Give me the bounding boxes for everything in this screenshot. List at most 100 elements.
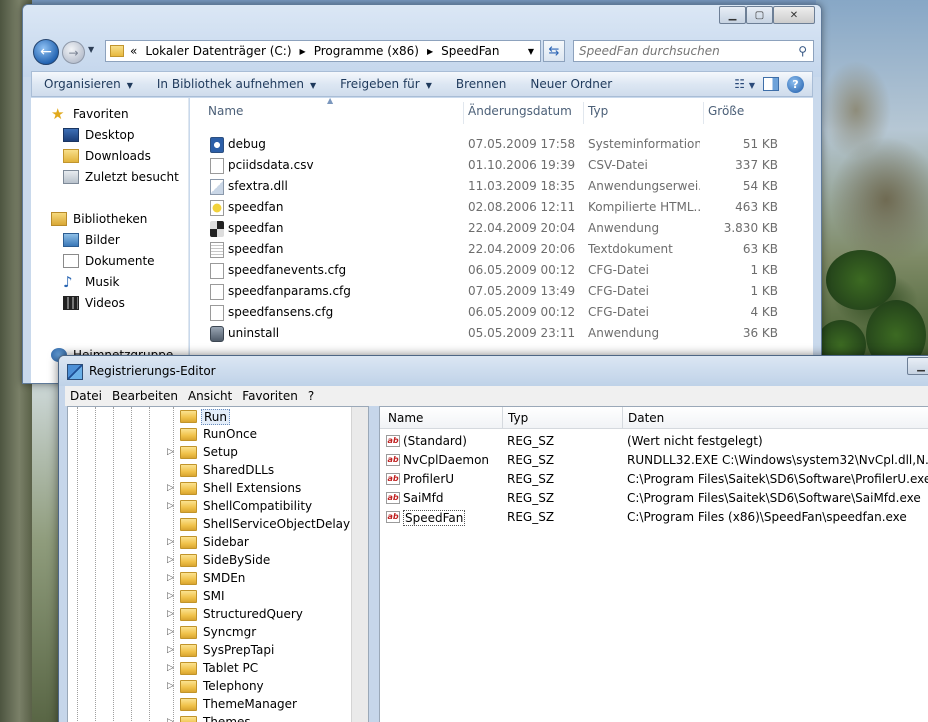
preview-pane-button[interactable] (763, 77, 779, 91)
tree-guide-line (95, 407, 96, 722)
maximize-button[interactable]: ▢ (746, 6, 773, 24)
chevron-down-icon[interactable]: ▼ (528, 47, 534, 56)
minimize-button[interactable]: ▁ (719, 6, 746, 24)
new-folder-button[interactable]: Neuer Ordner (518, 77, 624, 91)
column-header-size[interactable]: Größe (708, 104, 744, 118)
nav-downloads[interactable]: Downloads (63, 146, 151, 166)
view-list-icon: ☷ (734, 77, 746, 91)
breadcrumb-speedfan[interactable]: SpeedFan (441, 44, 499, 58)
add-to-library-button[interactable]: In Bibliothek aufnehmen ▼ (145, 77, 328, 91)
expand-arrow-icon[interactable]: ▷ (167, 645, 174, 655)
file-date: 02.08.2006 12:11 (468, 200, 576, 214)
nav-libraries[interactable]: Bibliotheken (51, 209, 147, 229)
address-bar[interactable]: « Lokaler Datenträger (C:) ▶ Programme (… (105, 40, 541, 62)
menu-bearbeiten[interactable]: Bearbeiten (107, 389, 183, 403)
menu-datei[interactable]: Datei (65, 389, 107, 403)
registry-value-row[interactable]: ab SpeedFan REG_SZ C:\Program Files (x86)\S… (380, 508, 928, 527)
burn-button[interactable]: Brennen (444, 77, 518, 91)
regedit-app-icon (67, 364, 83, 380)
column-divider[interactable] (583, 102, 584, 124)
regedit-minimize-button[interactable]: ▁ (907, 357, 928, 375)
expand-arrow-icon[interactable]: ▷ (167, 483, 174, 493)
recent-pages-dropdown[interactable]: ▼ (88, 45, 94, 54)
breadcrumb-prefix[interactable]: « (130, 44, 137, 58)
forward-button[interactable]: → (62, 41, 85, 64)
expand-arrow-icon[interactable]: ▷ (167, 681, 174, 691)
file-row[interactable]: speedfan 22.04.2009 20:04 Anwendung 3.830 K… (190, 218, 813, 239)
breadcrumb-programme[interactable]: Programme (x86) (314, 44, 419, 58)
expand-arrow-icon[interactable]: ▷ (167, 447, 174, 457)
pictures-icon (63, 233, 79, 247)
regedit-title-bar[interactable]: Registrierungs-Editor ▁ (59, 356, 928, 386)
column-divider[interactable] (502, 407, 503, 429)
expand-arrow-icon[interactable]: ▷ (167, 609, 174, 619)
column-header-name[interactable]: Name (388, 411, 423, 425)
expand-arrow-icon[interactable]: ▷ (167, 663, 174, 673)
file-row[interactable]: pciidsdata.csv 01.10.2006 19:39 CSV-Datei 3… (190, 155, 813, 176)
file-row[interactable]: sfextra.dll 11.03.2009 18:35 Anwendungserw… (190, 176, 813, 197)
back-button[interactable]: ← (33, 39, 59, 65)
column-header-type[interactable]: Typ (508, 411, 528, 425)
refresh-button[interactable]: ⇆ (543, 40, 565, 62)
nav-pictures[interactable]: Bilder (63, 230, 120, 250)
file-row[interactable]: speedfanparams.cfg 07.05.2009 13:49 CFG-Da… (190, 281, 813, 302)
tree-guide-line (149, 407, 150, 722)
text-file-icon (210, 242, 224, 258)
nav-music[interactable]: ♪ Musik (63, 272, 120, 292)
recent-places-icon (63, 170, 79, 184)
organize-button[interactable]: Organisieren ▼ (32, 77, 145, 91)
expand-arrow-icon[interactable]: ▷ (167, 591, 174, 601)
help-button[interactable]: ? (787, 75, 804, 93)
view-options-button[interactable]: ☷ ▼ (734, 77, 755, 91)
expand-arrow-icon[interactable]: ▷ (167, 501, 174, 511)
uninstall-icon (210, 326, 224, 342)
column-divider[interactable] (463, 102, 464, 124)
nav-documents[interactable]: Dokumente (63, 251, 155, 271)
file-row[interactable]: speedfansens.cfg 06.05.2009 00:12 CFG-Date… (190, 302, 813, 323)
search-input[interactable] (579, 44, 789, 58)
breadcrumb-drive[interactable]: Lokaler Datenträger (C:) (145, 44, 291, 58)
registry-value-row[interactable]: ab (Standard) REG_SZ (Wert nicht festgelegt… (380, 432, 928, 451)
registry-value-row[interactable]: ab SaiMfd REG_SZ C:\Program Files\Saitek\SD… (380, 489, 928, 508)
close-button[interactable]: ✕ (773, 6, 815, 24)
column-header-date[interactable]: Änderungsdatum (468, 104, 572, 118)
nav-favorites[interactable]: ★ Favoriten (51, 104, 129, 124)
menu-help[interactable]: ? (303, 389, 319, 403)
file-row[interactable]: speedfanevents.cfg 06.05.2009 00:12 CFG-Da… (190, 260, 813, 281)
search-icon[interactable]: ⚲ (798, 44, 807, 58)
column-header-name[interactable]: Name (208, 104, 243, 118)
expand-arrow-icon[interactable]: ▷ (167, 537, 174, 547)
expand-arrow-icon[interactable]: ▷ (167, 573, 174, 583)
registry-value-row[interactable]: ab ProfilerU REG_SZ C:\Program Files\Saitek… (380, 470, 928, 489)
menu-ansicht[interactable]: Ansicht (183, 389, 237, 403)
column-divider[interactable] (703, 102, 704, 124)
documents-icon (63, 254, 79, 268)
chevron-right-icon[interactable]: ▶ (427, 47, 433, 56)
tree-node-label: ShellServiceObjectDelayLoad (203, 517, 369, 531)
nav-videos[interactable]: Videos (63, 293, 125, 313)
column-header-type[interactable]: Typ (588, 104, 608, 118)
search-box[interactable]: ⚲ (573, 40, 814, 62)
tree-node-label: Themes (203, 715, 251, 722)
chevron-right-icon[interactable]: ▶ (300, 47, 306, 56)
column-divider[interactable] (622, 407, 623, 429)
file-name: speedfan (228, 200, 284, 214)
file-row[interactable]: speedfan 02.08.2006 12:11 Kompilierte HTML… (190, 197, 813, 218)
nav-recent[interactable]: Zuletzt besucht (63, 167, 179, 187)
column-header-data[interactable]: Daten (628, 411, 664, 425)
folder-icon (180, 572, 197, 585)
file-row[interactable]: debug 07.05.2009 17:58 Systeminformation..… (190, 134, 813, 155)
value-type: REG_SZ (507, 453, 555, 467)
expand-arrow-icon[interactable]: ▷ (167, 717, 174, 722)
folder-icon (180, 446, 197, 459)
file-row[interactable]: speedfan 22.04.2009 20:06 Textdokument 63 K… (190, 239, 813, 260)
expand-arrow-icon[interactable]: ▷ (167, 555, 174, 565)
tree-node-label: Syncmgr (203, 625, 257, 639)
menu-favoriten[interactable]: Favoriten (237, 389, 303, 403)
registry-value-row[interactable]: ab NvCplDaemon REG_SZ RUNDLL32.EXE C:\Windo… (380, 451, 928, 470)
nav-desktop[interactable]: Desktop (63, 125, 135, 145)
share-with-button[interactable]: Freigeben für ▼ (328, 77, 444, 91)
expand-arrow-icon[interactable]: ▷ (167, 627, 174, 637)
file-row[interactable]: uninstall 05.05.2009 23:11 Anwendung 36 KB (190, 323, 813, 344)
tree-scrollbar[interactable] (351, 407, 368, 722)
